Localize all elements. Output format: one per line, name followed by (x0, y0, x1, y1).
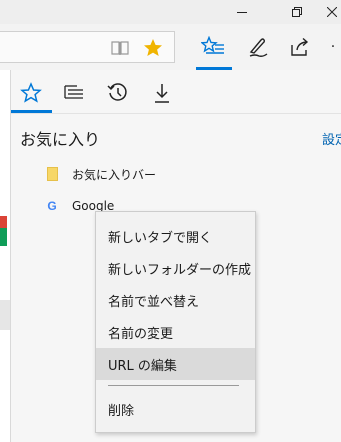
star-outline-icon (20, 82, 42, 103)
folder-icon (45, 167, 59, 181)
web-note-button[interactable] (242, 31, 274, 63)
close-icon (326, 7, 337, 17)
panel-title: お気に入り (20, 130, 101, 149)
more-icon: · (330, 39, 337, 55)
tab-reading-list[interactable] (58, 80, 90, 106)
title-bar (0, 0, 341, 24)
page-element-fragment (0, 300, 10, 330)
menu-edit-url[interactable]: URL の編集 (96, 348, 255, 380)
minimize-button[interactable] (220, 0, 264, 24)
hub-button[interactable] (197, 31, 229, 63)
menu-delete[interactable]: 削除 (96, 393, 255, 425)
page-logo-fragment (0, 216, 7, 246)
context-menu: 新しいタブで開く 新しいフォルダーの作成 名前で並べ替え 名前の変更 URL の… (95, 211, 256, 433)
page-content (0, 70, 10, 442)
menu-separator (108, 385, 239, 386)
favorite-item-label: お気に入りバー (72, 167, 157, 182)
menu-open-new-tab[interactable]: 新しいタブで開く (96, 220, 255, 252)
menu-new-folder[interactable]: 新しいフォルダーの作成 (96, 252, 255, 284)
add-favorite-button[interactable] (142, 37, 164, 59)
favorites-hub-icon (201, 36, 224, 54)
close-button[interactable] (322, 0, 341, 24)
tab-favorites[interactable] (15, 80, 47, 106)
book-icon (111, 41, 129, 55)
settings-link[interactable]: 設定 (322, 129, 341, 148)
tab-history[interactable] (102, 80, 134, 106)
browser-toolbar: · (0, 24, 341, 70)
address-bar[interactable] (0, 31, 175, 63)
history-icon (107, 83, 127, 101)
minimize-icon (237, 11, 247, 13)
share-button[interactable] (284, 31, 316, 63)
favorite-item-folder[interactable]: お気に入りバー (11, 158, 341, 190)
star-filled-icon (144, 39, 162, 56)
restore-button[interactable] (275, 0, 319, 24)
restore-icon (292, 7, 302, 17)
reading-view-button[interactable] (109, 39, 131, 57)
menu-sort-by-name[interactable]: 名前で並べ替え (96, 284, 255, 316)
tabs-divider (11, 113, 341, 114)
share-icon (291, 37, 309, 56)
more-button[interactable]: · (326, 31, 341, 63)
google-icon: G (47, 199, 57, 213)
download-icon (155, 84, 169, 103)
menu-rename[interactable]: 名前の変更 (96, 316, 255, 348)
tab-downloads[interactable] (146, 80, 178, 106)
reading-list-icon (64, 85, 83, 99)
pen-icon (249, 38, 268, 57)
